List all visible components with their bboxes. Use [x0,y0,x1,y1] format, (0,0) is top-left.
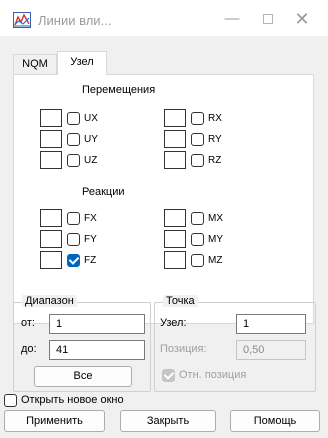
my-label: MY [208,234,223,245]
displacements-title: Перемещения [82,84,156,96]
to-input[interactable]: 41 [49,340,145,360]
to-label: до: [21,343,37,355]
all-button[interactable]: Все [34,366,132,387]
range-group-title: Диапазон [22,295,77,307]
close-button[interactable]: Закрыть [120,410,216,432]
uz-label: UZ [84,155,98,166]
position-input[interactable]: 0,50 [236,340,306,360]
ry-label: RY [208,134,222,145]
mz-checkbox[interactable] [191,254,204,267]
window-title: Линии вли... [38,13,112,28]
mx-checkbox[interactable] [191,212,204,225]
relative-position-checkbox[interactable] [162,369,175,382]
fz-checkbox[interactable] [67,254,80,267]
mz-label: MZ [208,255,223,266]
apply-button[interactable]: Применить [4,410,105,432]
mx-label: MX [208,213,223,224]
uy-checkbox[interactable] [67,133,80,146]
ry-checkbox[interactable] [191,133,204,146]
relative-position-label: Отн. позиция [179,369,247,381]
minimize-button[interactable]: — [217,8,247,30]
position-label: Позиция: [160,343,207,355]
color-swatch[interactable] [40,230,62,248]
fx-checkbox[interactable] [67,212,80,225]
ux-label: UX [84,113,98,124]
color-swatch[interactable] [40,209,62,227]
rx-checkbox[interactable] [191,112,204,125]
uz-checkbox[interactable] [67,154,80,167]
color-swatch[interactable] [164,130,186,148]
node-input[interactable]: 1 [236,314,306,334]
open-new-window-label: Открыть новое окно [21,394,124,406]
open-new-window-checkbox[interactable] [4,394,17,407]
rz-checkbox[interactable] [191,154,204,167]
close-icon: ✕ [294,9,310,29]
tab-panel-node: Перемещения UX UY UZ RX RY RZ Реакции FX… [13,74,314,324]
color-swatch[interactable] [40,130,62,148]
rz-label: RZ [208,155,222,166]
from-label: от: [21,317,35,329]
fx-label: FX [84,213,97,224]
maximize-button[interactable] [253,8,283,30]
color-swatch[interactable] [164,151,186,169]
tab-nqm[interactable]: NQM [13,54,57,74]
tab-node[interactable]: Узел [57,51,107,75]
node-label: Узел: [160,317,187,329]
range-group: Диапазон от: 1 до: 41 Все [13,295,151,392]
chart-lines-icon [13,12,31,28]
maximize-icon [263,14,273,25]
close-window-button[interactable]: ✕ [287,8,317,30]
from-input[interactable]: 1 [49,314,145,334]
fy-label: FY [84,234,97,245]
color-swatch[interactable] [40,151,62,169]
color-swatch[interactable] [164,209,186,227]
fy-checkbox[interactable] [67,233,80,246]
color-swatch[interactable] [164,230,186,248]
help-button[interactable]: Помощь [230,410,320,432]
title-bar: Линии вли... — ✕ [0,0,328,36]
rx-label: RX [208,113,222,124]
color-swatch[interactable] [164,109,186,127]
point-group: Точка Узел: 1 Позиция: 0,50 Отн. позиция [154,295,316,392]
color-swatch[interactable] [40,251,62,269]
color-swatch[interactable] [40,109,62,127]
color-swatch[interactable] [164,251,186,269]
my-checkbox[interactable] [191,233,204,246]
ux-checkbox[interactable] [67,112,80,125]
point-group-title: Точка [163,295,198,307]
dialog-body: NQM Узел Перемещения UX UY UZ RX RY RZ Р… [0,36,328,438]
reactions-title: Реакции [82,186,125,198]
minimize-icon: — [224,10,240,27]
uy-label: UY [84,134,98,145]
fz-label: FZ [84,255,97,266]
